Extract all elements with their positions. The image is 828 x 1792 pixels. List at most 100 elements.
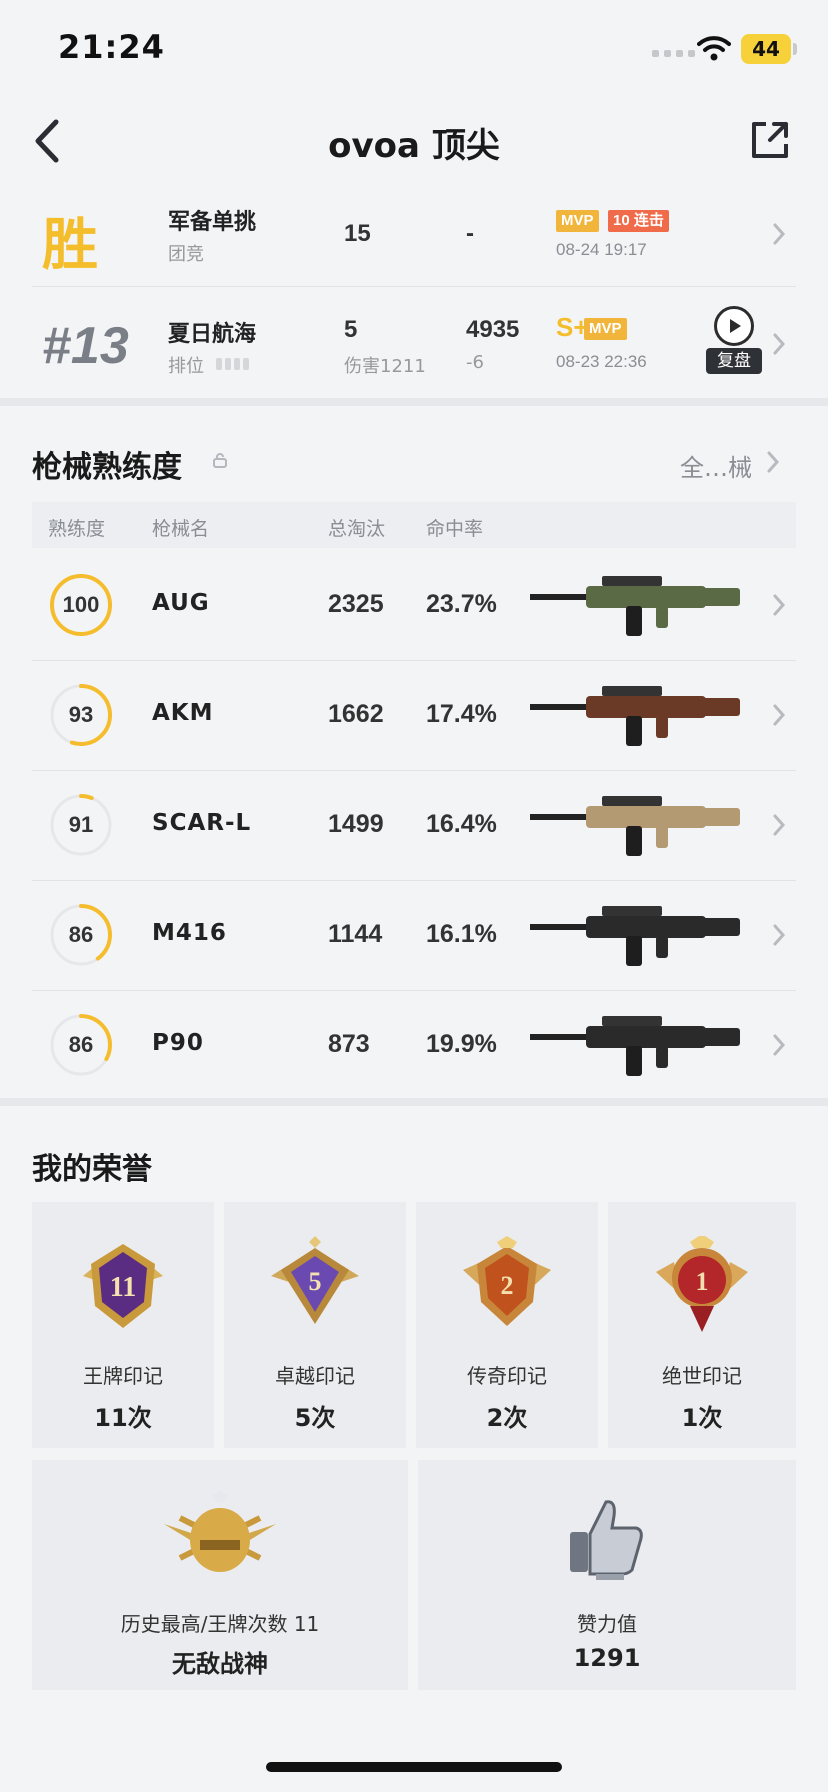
weapon-accuracy: 16.4% [426, 810, 497, 838]
col-weapon-name: 枪械名 [152, 518, 210, 540]
mvp-badge: MVP [556, 210, 599, 232]
chevron-right-icon [773, 594, 786, 616]
battery-tip [793, 43, 797, 55]
weapon-name: AUG [152, 590, 210, 616]
weapon-image [530, 576, 740, 636]
weapon-row[interactable]: 86 P90 873 19.9% [32, 990, 796, 1100]
highest-rank-card[interactable]: 历史最高/王牌次数 11 无敌战神 [32, 1460, 408, 1690]
share-button[interactable] [748, 118, 792, 162]
proficiency-value: 91 [68, 812, 94, 837]
proficiency-value: 86 [68, 1032, 94, 1057]
weapon-accuracy: 23.7% [426, 590, 497, 618]
weapon-accuracy: 16.1% [426, 920, 497, 948]
highest-rank-value: 无敌战神 [172, 1650, 268, 1678]
peerless-medal-icon: 1 [656, 1236, 748, 1332]
honor-card-peerless[interactable]: 1 绝世印记 1次 [608, 1202, 796, 1448]
match-row[interactable] [32, 288, 796, 400]
weapon-accuracy: 17.4% [426, 700, 497, 728]
col-proficiency: 熟练度 [48, 518, 106, 540]
medal-number: 2 [501, 1271, 514, 1300]
chevron-right-icon [773, 223, 786, 245]
weapon-section-title: 枪械熟练度 [32, 450, 182, 485]
weapon-eliminations: 873 [328, 1030, 370, 1058]
honor-label: 绝世印记 [662, 1364, 742, 1388]
honor-section-title: 我的荣誉 [32, 1152, 152, 1187]
weapon-name: SCAR-L [152, 810, 252, 836]
chevron-right-icon [767, 451, 780, 473]
status-time: 21:24 [58, 28, 165, 66]
col-eliminations: 总淘汰 [328, 518, 386, 540]
section-divider [0, 1098, 828, 1106]
weapon-eliminations: 1662 [328, 700, 384, 728]
row-divider [32, 286, 796, 287]
match-type: 排位 [168, 356, 204, 377]
honor-count: 2次 [486, 1404, 528, 1432]
chevron-right-icon [773, 704, 786, 726]
match-date: 08-24 19:17 [556, 240, 647, 259]
weapon-row[interactable]: 93 AKM 1662 17.4% [32, 660, 796, 770]
medal-number: 1 [696, 1267, 709, 1296]
weapon-row[interactable]: 86 M416 1144 16.1% [32, 880, 796, 990]
medal-number: 5 [309, 1267, 322, 1296]
col-accuracy: 命中率 [426, 518, 484, 540]
weapon-table-header [32, 502, 796, 548]
replay-button[interactable]: 复盘 [706, 306, 762, 376]
chevron-right-icon [773, 924, 786, 946]
match-result-win: 胜 [42, 212, 98, 278]
weapon-image [530, 796, 740, 856]
weapon-eliminations: 1499 [328, 810, 384, 838]
proficiency-value: 100 [62, 592, 100, 617]
home-indicator[interactable] [266, 1762, 562, 1772]
cellular-signal-icon [652, 50, 695, 57]
match-type: 团竞 [168, 244, 204, 265]
weapon-row[interactable]: 91 SCAR-L 1499 16.4% [32, 770, 796, 880]
weapon-eliminations: 1144 [328, 920, 383, 948]
match-result-rank: #13 [42, 317, 129, 375]
match-mode: 军备单挑 [168, 210, 257, 235]
likes-label: 赞力值 [577, 1612, 637, 1636]
medal-number: 11 [110, 1272, 136, 1303]
weapon-image [530, 1016, 740, 1076]
battery-indicator: 44 [741, 34, 791, 64]
weapon-accuracy: 19.9% [426, 1030, 497, 1058]
weapon-image [530, 906, 740, 966]
likes-value: 1291 [573, 1644, 641, 1672]
streak-badge: 10 连击 [608, 210, 669, 232]
match-score: 4935 [466, 316, 520, 343]
honor-count: 5次 [294, 1404, 336, 1432]
honor-card-ace[interactable]: 11 王牌印记 11次 [32, 1202, 214, 1448]
proficiency-value: 93 [68, 702, 94, 727]
match-row[interactable] [32, 176, 796, 288]
weapon-name: M416 [152, 920, 227, 946]
lock-icon[interactable] [212, 452, 228, 468]
weapon-name: P90 [152, 1030, 204, 1056]
rank-tier-icon [216, 358, 249, 370]
honor-count: 11次 [94, 1404, 152, 1432]
helmet-medal-icon [164, 1490, 276, 1572]
replay-icon [714, 306, 754, 346]
legend-medal-icon: 2 [463, 1236, 551, 1326]
ace-medal-icon: 11 [83, 1244, 163, 1328]
weapon-name: AKM [152, 700, 214, 726]
replay-label: 复盘 [706, 348, 762, 374]
match-date: 08-23 22:36 [556, 352, 647, 371]
chevron-right-icon [773, 814, 786, 836]
weapon-eliminations: 2325 [328, 590, 384, 618]
match-score: - [466, 220, 474, 247]
match-score-change: -6 [466, 352, 484, 373]
see-all-weapons-link[interactable]: 全…械 [680, 448, 752, 483]
honor-card-legend[interactable]: 2 传奇印记 2次 [416, 1202, 598, 1448]
proficiency-value: 86 [68, 922, 94, 947]
honor-label: 卓越印记 [275, 1364, 355, 1388]
likes-card[interactable]: 赞力值 1291 [418, 1460, 796, 1690]
honor-count: 1次 [681, 1404, 723, 1432]
thumbs-up-icon [570, 1500, 643, 1580]
section-divider [0, 398, 828, 406]
weapon-image [530, 686, 740, 746]
weapon-row[interactable]: 100 AUG 2325 23.7% [32, 550, 796, 660]
honor-label: 王牌印记 [83, 1364, 163, 1388]
match-mode: 夏日航海 [168, 322, 257, 347]
honor-label: 传奇印记 [467, 1364, 547, 1388]
honor-card-excellence[interactable]: 5 卓越印记 5次 [224, 1202, 406, 1448]
page-title: ovoa 顶尖 [328, 126, 500, 166]
